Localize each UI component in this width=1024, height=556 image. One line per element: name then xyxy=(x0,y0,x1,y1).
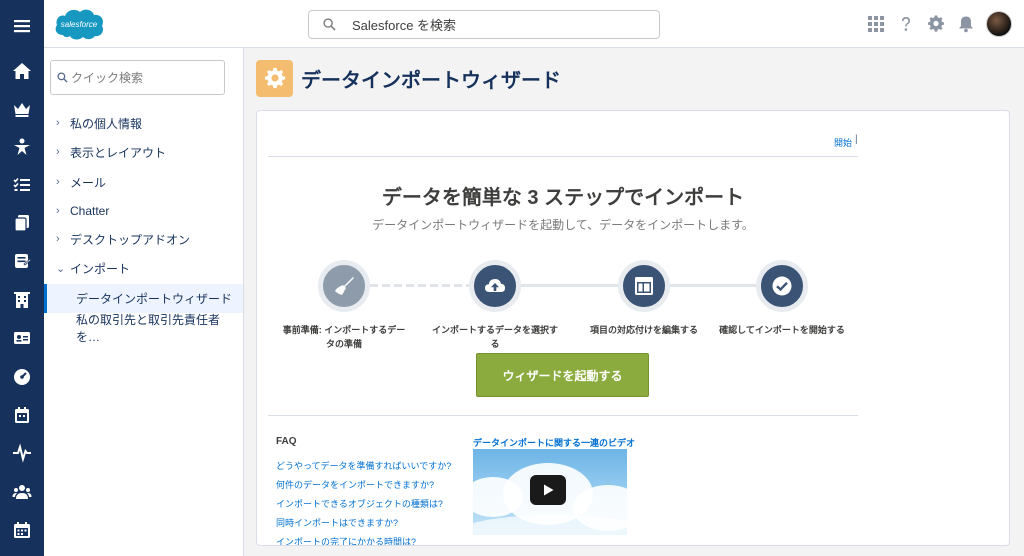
step-connector-dashed xyxy=(370,284,480,287)
menu-icon[interactable] xyxy=(0,11,44,41)
search-placeholder: Salesforce を検索 xyxy=(352,18,457,33)
hero-subtitle: データインポートウィザードを起動して、データをインポートします。 xyxy=(372,218,754,232)
setup-gear-icon xyxy=(256,59,293,97)
faq-link[interactable]: 何件のデータをインポートできますか? xyxy=(276,478,434,491)
sidebar-item-import[interactable]: ⌄ インポート xyxy=(44,255,243,281)
quick-find-placeholder: クイック検索 xyxy=(71,71,144,85)
page-header: データインポートウィザード xyxy=(256,58,561,98)
setup-sidebar: クイック検索 › 私の個人情報 › 表示とレイアウト › メール › Chatt… xyxy=(44,48,244,556)
step-2-label: インポートするデータを選択する xyxy=(431,325,558,349)
salesforce-logo[interactable]: salesforce xyxy=(52,5,106,43)
step-4-label: 確認してインポートを開始する xyxy=(719,325,845,335)
chevron-down-icon: ⌄ xyxy=(56,262,66,275)
building-icon[interactable] xyxy=(0,285,44,315)
chevron-right-icon: › xyxy=(56,233,60,245)
contact-card-icon[interactable] xyxy=(0,323,44,353)
header-utilities xyxy=(866,11,1012,37)
wizard-card: 開始 | データを簡単な 3 ステップでインポート データインポートウィザードを… xyxy=(256,110,1010,546)
chevron-right-icon: › xyxy=(56,146,60,158)
user-avatar[interactable] xyxy=(986,11,1012,37)
link-separator: | xyxy=(855,134,858,145)
pulse-icon[interactable] xyxy=(0,438,44,468)
calendar-check-icon[interactable] xyxy=(0,400,44,430)
faq-title: FAQ xyxy=(276,436,297,447)
cloud-upload-icon xyxy=(485,279,505,292)
step-3-circle xyxy=(618,260,670,312)
search-icon xyxy=(323,18,336,31)
quick-find-input[interactable]: クイック検索 xyxy=(50,60,225,95)
notification-bell-icon[interactable] xyxy=(956,14,976,34)
global-header: salesforce Salesforce を検索 xyxy=(44,0,1024,48)
copy-icon[interactable] xyxy=(0,208,44,238)
sidebar-item-label: デスクトップアドオン xyxy=(70,232,191,247)
step-2-circle xyxy=(469,260,521,312)
dashboard-icon[interactable] xyxy=(0,362,44,392)
sidebar-item-label: Chatter xyxy=(70,204,110,218)
chevron-right-icon: › xyxy=(56,205,60,217)
sidebar-item-email[interactable]: › メール xyxy=(44,169,243,195)
crown-icon[interactable] xyxy=(0,94,44,124)
step-connector xyxy=(660,284,758,287)
calendar-icon[interactable] xyxy=(0,515,44,545)
sidebar-item-label: メール xyxy=(70,175,107,190)
chevron-right-icon: › xyxy=(56,117,60,129)
faq-link[interactable]: 同時インポートはできますか? xyxy=(276,516,398,529)
sidebar-item-desktop-addons[interactable]: › デスクトップアドオン xyxy=(44,226,243,252)
step-1-circle xyxy=(318,260,370,312)
sidebar-item-label: 私の取引先と取引先責任者を… xyxy=(76,312,221,344)
step-1-label: 事前準備: インポートするデータの準備 xyxy=(282,325,406,349)
page-title: データインポートウィザード xyxy=(301,69,561,92)
nav-rail xyxy=(0,0,44,556)
star-person-icon[interactable] xyxy=(0,132,44,162)
broom-icon xyxy=(335,277,354,295)
video-series-link[interactable]: データインポートに関する一連のビデオ xyxy=(473,436,635,449)
launch-wizard-button[interactable]: ウィザードを起動する xyxy=(476,353,649,397)
step-connector xyxy=(521,284,619,287)
layout-icon xyxy=(635,277,653,295)
play-icon[interactable] xyxy=(530,475,566,505)
chevron-right-icon: › xyxy=(56,176,60,188)
sidebar-item-chatter[interactable]: › Chatter xyxy=(44,198,243,224)
global-search-input[interactable]: Salesforce を検索 xyxy=(308,10,660,39)
sidebar-item-data-import-wizard[interactable]: データインポートウィザード xyxy=(44,284,243,313)
sidebar-item-label: インポート xyxy=(70,261,131,276)
people-icon[interactable] xyxy=(0,477,44,507)
app-launcher-icon[interactable] xyxy=(866,14,886,34)
gear-icon[interactable] xyxy=(926,14,946,34)
getting-started-link[interactable]: 開始 xyxy=(834,136,852,149)
sidebar-item-label: データインポートウィザード xyxy=(76,292,233,306)
check-icon xyxy=(772,276,792,296)
home-icon[interactable] xyxy=(0,56,44,86)
step-4-circle xyxy=(756,260,808,312)
video-thumbnail[interactable] xyxy=(473,449,627,535)
task-list-icon[interactable] xyxy=(0,170,44,200)
faq-link[interactable]: インポートの完了にかかる時間は? xyxy=(276,535,416,545)
bottom-divider xyxy=(268,415,858,416)
top-divider xyxy=(268,156,858,157)
sidebar-item-personal-info[interactable]: › 私の個人情報 xyxy=(44,110,243,136)
contract-icon[interactable] xyxy=(0,246,44,276)
sidebar-item-label: 私の個人情報 xyxy=(70,116,143,131)
search-icon xyxy=(57,72,68,83)
sidebar-item-label: 表示とレイアウト xyxy=(70,145,167,160)
sidebar-item-display-layout[interactable]: › 表示とレイアウト xyxy=(44,139,243,165)
sidebar-item-import-accounts-contacts[interactable]: 私の取引先と取引先責任者を… xyxy=(44,312,243,344)
help-icon[interactable] xyxy=(896,14,916,34)
step-3-label: 項目の対応付けを編集する xyxy=(589,325,698,335)
faq-link[interactable]: インポートできるオブジェクトの種類は? xyxy=(276,497,443,510)
hero-title: データを簡単な 3 ステップでインポート xyxy=(381,187,745,209)
faq-link[interactable]: どうやってデータを準備すればいいですか? xyxy=(276,459,451,472)
svg-text:salesforce: salesforce xyxy=(61,20,98,29)
